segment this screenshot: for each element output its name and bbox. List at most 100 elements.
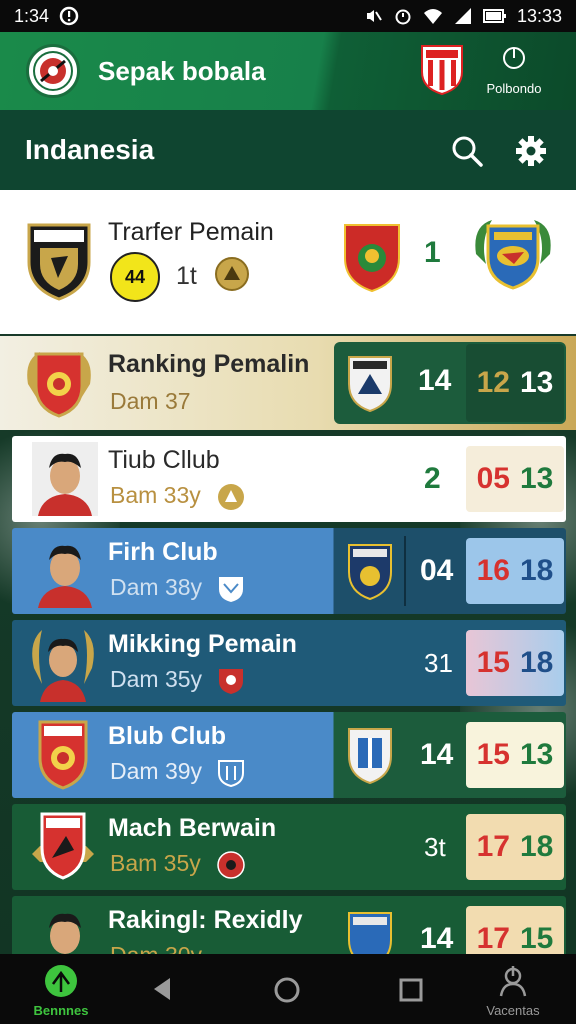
score-right: 18	[520, 646, 554, 679]
club-crest-icon	[348, 544, 392, 601]
battery-icon	[482, 9, 506, 23]
home-circle-icon[interactable]	[273, 976, 301, 1004]
row-sub: Dam 37	[110, 388, 191, 414]
status-bar: 1:34 13:33	[0, 0, 576, 32]
sub-header: Indanesia	[0, 110, 576, 190]
gear-icon[interactable]	[514, 134, 548, 168]
score-right: 13	[520, 738, 554, 771]
club-badge-icon	[217, 851, 245, 879]
score-box: 12 13	[466, 344, 564, 422]
row-name: Rakingl: Rexidly	[108, 906, 303, 934]
list-row[interactable]: Firh Club Dam 38y 04 16 18	[12, 528, 566, 614]
list-row[interactable]: Ranking Pemalin Dam 37 14 12 13	[0, 336, 576, 430]
transfer-card[interactable]: Trarfer Pemain 44 1t 1	[0, 190, 576, 334]
club-crest-icon	[27, 352, 91, 418]
player-avatar	[32, 630, 94, 702]
row-name: Mach Berwain	[108, 814, 277, 842]
row-divider	[404, 536, 406, 606]
nav-profile-label: Vacentas	[486, 1003, 540, 1018]
app-logo[interactable]	[26, 44, 80, 98]
list-row[interactable]: Mach Berwain Bam 35y 3t 17 18	[12, 804, 566, 890]
score-box: 17 15	[466, 906, 564, 954]
shield-icon	[218, 760, 244, 788]
yellow-badge-text: 44	[124, 266, 146, 287]
score-left: 15	[476, 738, 510, 771]
row-sub: Bam 33y	[110, 482, 201, 508]
football-logo-icon	[33, 51, 73, 91]
status-time-right: 13:33	[516, 5, 562, 26]
row-sub: Dam 38y	[110, 574, 203, 600]
shield-icon	[219, 577, 243, 602]
transfer-score: 1	[424, 236, 441, 269]
back-icon[interactable]	[150, 976, 174, 1002]
yellow-badge: 44	[110, 252, 160, 302]
player-avatar	[32, 902, 98, 954]
header-action-button[interactable]: Polbondo	[482, 44, 546, 96]
row-col1: 14	[420, 738, 454, 771]
row-col1: 3t	[424, 832, 446, 862]
profile-icon	[499, 966, 527, 997]
club-crest-icon	[32, 812, 94, 880]
medal-icon	[218, 484, 244, 510]
search-icon[interactable]	[450, 134, 484, 168]
score-right: 18	[520, 554, 554, 587]
player-avatar	[32, 534, 98, 608]
row-col1: 04	[420, 554, 454, 587]
player-avatar	[32, 442, 98, 516]
score-right: 13	[520, 462, 554, 495]
transfer-mid-text: 1t	[176, 262, 197, 290]
header-action-label: Polbondo	[486, 81, 542, 96]
club-shield-icon[interactable]	[420, 44, 464, 96]
row-sub: Dam 30y	[110, 942, 202, 954]
score-right: 15	[520, 922, 554, 954]
signal-icon	[454, 8, 471, 24]
row-sub: Dam 39y	[110, 758, 203, 784]
wifi-icon	[423, 9, 442, 24]
page-title: Indanesia	[25, 134, 155, 165]
garuda-crest-icon	[475, 220, 551, 290]
score-box: 17 18	[466, 814, 564, 880]
row-col1: 14	[420, 922, 454, 954]
score-box: 15 18	[466, 630, 564, 696]
transfer-title: Trarfer Pemain	[108, 218, 274, 246]
home-icon	[45, 965, 77, 997]
score-right: 13	[520, 366, 554, 399]
medal-icon	[215, 257, 249, 291]
club-crest-icon	[27, 223, 91, 301]
club-crest-icon	[348, 912, 392, 954]
red-club-crest-icon	[344, 224, 400, 293]
row-name: Tiub Cllub	[108, 446, 220, 474]
recents-icon[interactable]	[398, 977, 424, 1003]
score-box: 16 18	[466, 538, 564, 604]
app-header: Sepak bobala Polbondo	[0, 32, 576, 110]
nav-home-label: Bennnes	[33, 1003, 89, 1018]
power-icon	[503, 47, 525, 69]
alert-circle-icon	[59, 6, 79, 26]
club-crest-icon	[38, 720, 88, 790]
list-row[interactable]: Blub Club Dam 39y 14 15 13	[12, 712, 566, 798]
row-name: Mikking Pemain	[108, 630, 297, 658]
status-time-left: 1:34	[14, 5, 50, 26]
alarm-icon	[395, 9, 411, 25]
row-col1: 31	[424, 648, 453, 678]
score-left: 17	[476, 830, 510, 863]
list-row[interactable]: Mikking Pemain Dam 35y 31 15 18	[12, 620, 566, 706]
score-right: 18	[520, 830, 554, 863]
club-crest-icon	[348, 728, 392, 785]
nav-bar: Bennnes Vacentas	[0, 954, 576, 1024]
nav-home[interactable]: Bennnes	[18, 964, 104, 1018]
score-left: 12	[476, 366, 510, 399]
nav-profile[interactable]: Vacentas	[470, 964, 556, 1018]
list-row[interactable]: Rakingl: Rexidly Dam 30y 14 17 15	[12, 896, 566, 954]
list-row[interactable]: Tiub Cllub Bam 33y 2 05 13	[12, 436, 566, 522]
row-col1: 14	[418, 364, 452, 397]
row-name: Blub Club	[108, 722, 227, 750]
score-left: 17	[476, 922, 510, 954]
club-badge-icon	[219, 669, 243, 694]
club-crest-icon	[348, 356, 392, 413]
mute-icon	[366, 10, 382, 22]
score-box: 15 13	[466, 722, 564, 788]
row-sub: Dam 35y	[110, 666, 203, 692]
row-name: Ranking Pemalin	[108, 350, 310, 378]
score-left: 16	[476, 554, 510, 587]
